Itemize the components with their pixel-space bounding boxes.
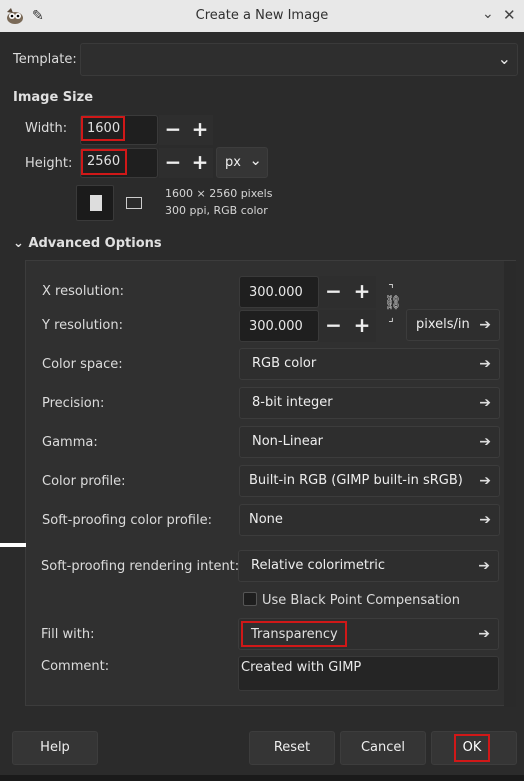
bottom-edge xyxy=(0,775,524,781)
portrait-icon xyxy=(90,195,102,211)
height-input[interactable]: 2560 xyxy=(81,149,127,175)
color-profile-label: Color profile: xyxy=(42,474,126,489)
comment-label: Comment: xyxy=(41,659,110,674)
y-resolution-value: 300.000 xyxy=(249,319,303,334)
template-select[interactable]: ⌄ xyxy=(80,43,518,76)
y-resolution-increment-button[interactable]: + xyxy=(348,310,376,342)
portrait-button[interactable] xyxy=(76,185,114,221)
advanced-options-toggle[interactable]: ⌄ Advanced Options xyxy=(13,236,162,251)
gamma-label: Gamma: xyxy=(42,435,98,450)
bpc-checkbox[interactable] xyxy=(243,592,257,606)
rendering-intent-value: Relative colorimetric xyxy=(251,558,386,573)
arrow-right-icon: ➔ xyxy=(479,395,491,411)
fill-with-value: Transparency xyxy=(241,621,347,647)
scrollbar-track[interactable] xyxy=(504,261,516,707)
cancel-button[interactable]: Cancel xyxy=(340,731,426,765)
precision-label: Precision: xyxy=(42,396,105,411)
x-resolution-label: X resolution: xyxy=(42,284,124,299)
info-pixels: 1600 × 2560 pixels xyxy=(165,187,273,200)
softproof-profile-select[interactable]: None ➔ xyxy=(239,504,500,536)
chevron-down-icon: ⌄ xyxy=(249,151,262,169)
arrow-right-icon: ➔ xyxy=(479,512,491,528)
softproof-profile-label: Soft-proofing color profile: xyxy=(42,513,212,528)
bpc-label[interactable]: Use Black Point Compensation xyxy=(262,593,460,608)
resolution-unit-select[interactable]: pixels/in ➔ xyxy=(406,309,500,341)
width-decrement-button[interactable]: − xyxy=(159,115,187,145)
rendering-intent-select[interactable]: Relative colorimetric ➔ xyxy=(238,550,499,582)
unit-value: px xyxy=(225,155,241,170)
unit-select[interactable]: px ⌄ xyxy=(216,147,268,178)
y-resolution-input[interactable]: 300.000 xyxy=(239,310,319,342)
panel-seam xyxy=(0,543,26,547)
width-label: Width: xyxy=(25,121,68,136)
precision-value: 8-bit integer xyxy=(252,395,333,410)
x-resolution-input[interactable]: 300.000 xyxy=(239,276,319,308)
color-space-value: RGB color xyxy=(252,356,317,371)
ok-button[interactable]: OK xyxy=(454,734,490,762)
color-profile-value: Built-in RGB (GIMP built-in sRGB) xyxy=(249,473,463,488)
arrow-right-icon: ➔ xyxy=(478,558,490,574)
arrow-right-icon: ➔ xyxy=(479,317,491,333)
width-input[interactable]: 1600 xyxy=(81,116,125,141)
comment-value: Created with GIMP xyxy=(241,660,362,675)
fill-with-label: Fill with: xyxy=(41,627,95,642)
height-label: Height: xyxy=(25,156,73,171)
arrow-right-icon: ➔ xyxy=(479,356,491,372)
info-resolution: 300 ppi, RGB color xyxy=(165,204,268,217)
x-resolution-increment-button[interactable]: + xyxy=(348,276,376,308)
chevron-down-icon: ⌄ xyxy=(13,236,24,251)
chain-link-icon[interactable]: ⌝ ⛓ ⌟ xyxy=(384,282,402,332)
arrow-right-icon: ➔ xyxy=(479,473,491,489)
image-size-info: 1600 × 2560 pixels 300 ppi, RGB color xyxy=(165,185,272,219)
softproof-profile-value: None xyxy=(249,512,283,527)
width-increment-button[interactable]: + xyxy=(187,115,213,145)
gamma-select[interactable]: Non-Linear ➔ xyxy=(239,426,500,458)
template-label: Template: xyxy=(13,52,77,67)
color-space-label: Color space: xyxy=(42,357,123,372)
title-bar: ✎ Create a New Image ⌄ ✕ xyxy=(0,0,524,32)
landscape-button[interactable] xyxy=(118,185,148,221)
comment-textarea[interactable]: Created with GIMP xyxy=(238,656,499,691)
rendering-intent-label: Soft-proofing rendering intent: xyxy=(41,559,240,574)
image-size-heading: Image Size xyxy=(13,90,94,105)
landscape-icon xyxy=(126,197,142,209)
reset-button[interactable]: Reset xyxy=(249,731,335,765)
y-resolution-label: Y resolution: xyxy=(42,318,123,333)
help-button[interactable]: Help xyxy=(12,731,98,765)
chevron-down-icon[interactable]: ⌄ xyxy=(482,6,494,22)
close-icon[interactable]: ✕ xyxy=(503,6,516,24)
x-resolution-decrement-button[interactable]: − xyxy=(319,276,348,308)
color-profile-select[interactable]: Built-in RGB (GIMP built-in sRGB) ➔ xyxy=(239,465,500,497)
resolution-unit-value: pixels/in xyxy=(416,317,470,332)
window-title: Create a New Image xyxy=(195,8,329,23)
arrow-right-icon: ➔ xyxy=(478,626,490,642)
advanced-options-heading: Advanced Options xyxy=(28,236,162,251)
precision-select[interactable]: 8-bit integer ➔ xyxy=(239,387,500,419)
color-space-select[interactable]: RGB color ➔ xyxy=(239,348,500,380)
x-resolution-value: 300.000 xyxy=(249,285,303,300)
gamma-value: Non-Linear xyxy=(252,434,324,449)
chevron-down-icon: ⌄ xyxy=(497,49,511,68)
arrow-right-icon: ➔ xyxy=(479,434,491,450)
height-increment-button[interactable]: + xyxy=(187,148,213,178)
height-decrement-button[interactable]: − xyxy=(159,148,187,178)
y-resolution-decrement-button[interactable]: − xyxy=(319,310,348,342)
